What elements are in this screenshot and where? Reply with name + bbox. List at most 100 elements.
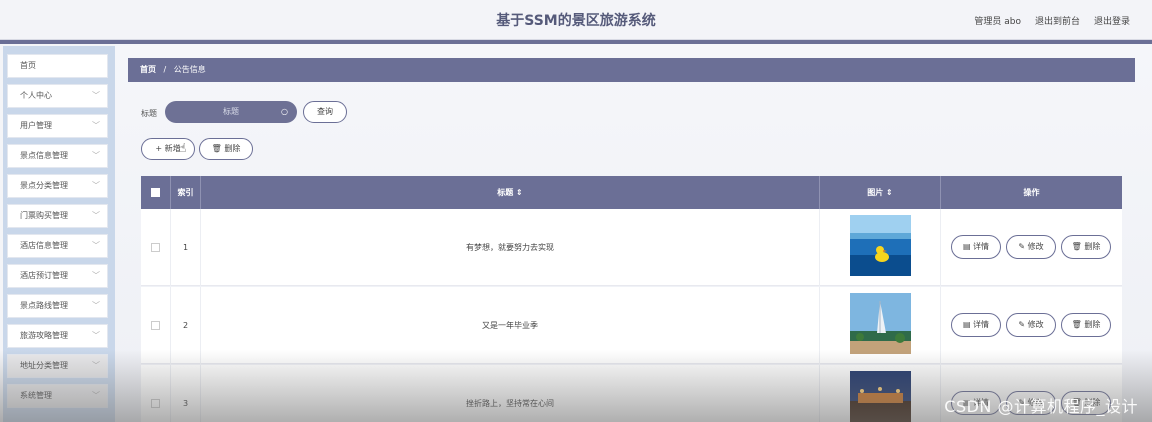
mouse-cursor-icon: ☝: [179, 141, 187, 155]
chevron-down-icon: ﹀: [92, 91, 100, 100]
select-all-checkbox[interactable]: [151, 188, 160, 197]
header-image[interactable]: 图片 ⇕: [820, 176, 941, 209]
chevron-down-icon: ﹀: [92, 391, 100, 400]
row-thumbnail-boats[interactable]: [850, 371, 911, 422]
delete-button[interactable]: 🗑 删除: [1061, 313, 1111, 337]
sidebar-item-home[interactable]: 首页: [7, 54, 108, 78]
sidebar: 首页 个人中心 ﹀ 用户管理 ﹀ 景点信息管理 ﹀ 景点分类管理 ﹀ 门票购买管理 ﹀ 酒…: [3, 46, 115, 422]
chevron-down-icon: ﹀: [92, 181, 100, 190]
query-button[interactable]: 查询: [303, 101, 347, 123]
table-row: 1 有梦想，就要努力去实现 ▤ 详情 ✎ 修改 🗑 删除: [141, 209, 1122, 286]
sidebar-item-label: 景点路线管理: [20, 301, 68, 310]
logout-link[interactable]: 退出登录: [1094, 14, 1130, 27]
pencil-icon: ✎: [1018, 242, 1026, 251]
delete-button[interactable]: 🗑 删除: [1061, 235, 1111, 259]
delete-label: 删除: [1084, 242, 1101, 251]
header-title[interactable]: 标题 ⇕: [201, 176, 820, 209]
sidebar-item-user-mgmt[interactable]: 用户管理 ﹀: [7, 114, 108, 138]
sidebar-item-hotel-info[interactable]: 酒店信息管理 ﹀: [7, 234, 108, 258]
chevron-down-icon: ﹀: [92, 121, 100, 130]
row-checkbox-cell[interactable]: [141, 209, 171, 286]
breadcrumb: 首页 / 公告信息: [128, 58, 1135, 82]
row-image-cell: [820, 287, 941, 364]
edit-label: 修改: [1027, 320, 1044, 329]
row-title: 又是一年毕业季: [201, 287, 820, 364]
sidebar-item-personal-center[interactable]: 个人中心 ﹀: [7, 84, 108, 108]
edit-button[interactable]: ✎ 修改: [1006, 235, 1056, 259]
header-links: 管理员 abo 退出到前台 退出登录: [974, 14, 1130, 27]
row-index: 1: [171, 209, 201, 286]
sidebar-item-address-category[interactable]: 地址分类管理 ﹀: [7, 354, 108, 378]
chevron-down-icon: ﹀: [92, 211, 100, 220]
sidebar-item-spot-route[interactable]: 景点路线管理 ﹀: [7, 294, 108, 318]
sidebar-item-spot-category[interactable]: 景点分类管理 ﹀: [7, 174, 108, 198]
trash-icon: 🗑: [1071, 320, 1082, 329]
chevron-down-icon: ﹀: [92, 151, 100, 160]
row-checkbox-cell[interactable]: [141, 365, 171, 422]
sidebar-item-label: 旅游攻略管理: [20, 331, 68, 340]
row-title: 挫折路上，坚持常在心间: [201, 365, 820, 422]
sidebar-item-spot-info[interactable]: 景点信息管理 ﹀: [7, 144, 108, 168]
sidebar-item-label: 景点信息管理: [20, 151, 68, 160]
sidebar-item-label: 首页: [20, 61, 36, 70]
row-image-cell: [820, 365, 941, 422]
sidebar-item-travel-guide[interactable]: 旅游攻略管理 ﹀: [7, 324, 108, 348]
row-thumbnail-burj[interactable]: [850, 293, 911, 354]
search-icon: ○: [281, 107, 288, 116]
search-label: 标题: [141, 109, 157, 118]
sidebar-item-ticket-purchase[interactable]: 门票购买管理 ﹀: [7, 204, 108, 228]
sidebar-item-label: 个人中心: [20, 91, 52, 100]
search-placeholder: 标题: [223, 107, 239, 116]
admin-label: 管理员 abo: [974, 17, 1021, 27]
header-ops: 操作: [1023, 188, 1040, 197]
sidebar-item-label: 酒店信息管理: [20, 241, 68, 250]
breadcrumb-separator: /: [163, 65, 167, 74]
sidebar-item-label: 系统管理: [20, 391, 52, 400]
sidebar-item-label: 酒店预订管理: [20, 271, 68, 280]
row-checkbox-cell[interactable]: [141, 287, 171, 364]
header-index: 索引: [171, 176, 201, 209]
sidebar-item-label: 用户管理: [20, 121, 52, 130]
row-checkbox[interactable]: [151, 243, 160, 252]
sidebar-item-label: 地址分类管理: [20, 361, 68, 370]
row-checkbox[interactable]: [151, 321, 160, 330]
row-image-cell: [820, 209, 941, 286]
row-checkbox[interactable]: [151, 399, 160, 408]
notice-table: 索引 标题 ⇕ 图片 ⇕ 操作 1 有梦想，就要努力去实现 ▤ 详情 ✎ 修改 …: [141, 176, 1122, 422]
chevron-down-icon: ﹀: [92, 331, 100, 340]
search-input[interactable]: 标题 ○: [165, 101, 297, 123]
doc-icon: ▤: [962, 320, 971, 329]
top-header: 基于SSM的景区旅游系统 管理员 abo 退出到前台 退出登录: [0, 0, 1152, 40]
batch-delete-button[interactable]: 🗑 删除: [199, 138, 253, 160]
doc-icon: ▤: [962, 242, 971, 251]
delete-label: 删除: [1084, 320, 1101, 329]
add-button[interactable]: + 新增: [141, 138, 195, 160]
detail-button[interactable]: ▤ 详情: [951, 313, 1001, 337]
main-content: 首页 / 公告信息 标题 标题 ○ 查询 + 新增 🗑 删除 索引 标题 ⇕ 图…: [115, 44, 1152, 422]
detail-label: 详情: [973, 242, 990, 251]
row-index: 2: [171, 287, 201, 364]
sidebar-item-label: 景点分类管理: [20, 181, 68, 190]
edit-button[interactable]: ✎ 修改: [1006, 313, 1056, 337]
row-title: 有梦想，就要努力去实现: [201, 209, 820, 286]
header-select-all[interactable]: [141, 176, 171, 209]
chevron-down-icon: ﹀: [92, 241, 100, 250]
edit-label: 修改: [1027, 242, 1044, 251]
row-ops-cell: ▤ 详情 ✎ 修改 🗑 删除: [941, 287, 1122, 364]
row-ops-cell: ▤ 详情 ✎ 修改 🗑 删除: [941, 209, 1122, 286]
chevron-down-icon: ﹀: [92, 361, 100, 370]
chevron-down-icon: ﹀: [92, 301, 100, 310]
row-index: 3: [171, 365, 201, 422]
sidebar-item-system-mgmt[interactable]: 系统管理 ﹀: [7, 384, 108, 408]
table-header: 索引 标题 ⇕ 图片 ⇕ 操作: [141, 176, 1122, 209]
breadcrumb-home[interactable]: 首页: [140, 65, 156, 74]
breadcrumb-current: 公告信息: [173, 65, 206, 74]
pencil-icon: ✎: [1018, 320, 1026, 329]
row-thumbnail-duck[interactable]: [850, 215, 911, 276]
watermark: CSDN @计算机程序_设计: [944, 397, 1138, 416]
detail-button[interactable]: ▤ 详情: [951, 235, 1001, 259]
chevron-down-icon: ﹀: [92, 271, 100, 280]
sidebar-item-hotel-booking[interactable]: 酒店预订管理 ﹀: [7, 264, 108, 288]
back-to-front-link[interactable]: 退出到前台: [1035, 14, 1080, 27]
detail-label: 详情: [973, 320, 990, 329]
